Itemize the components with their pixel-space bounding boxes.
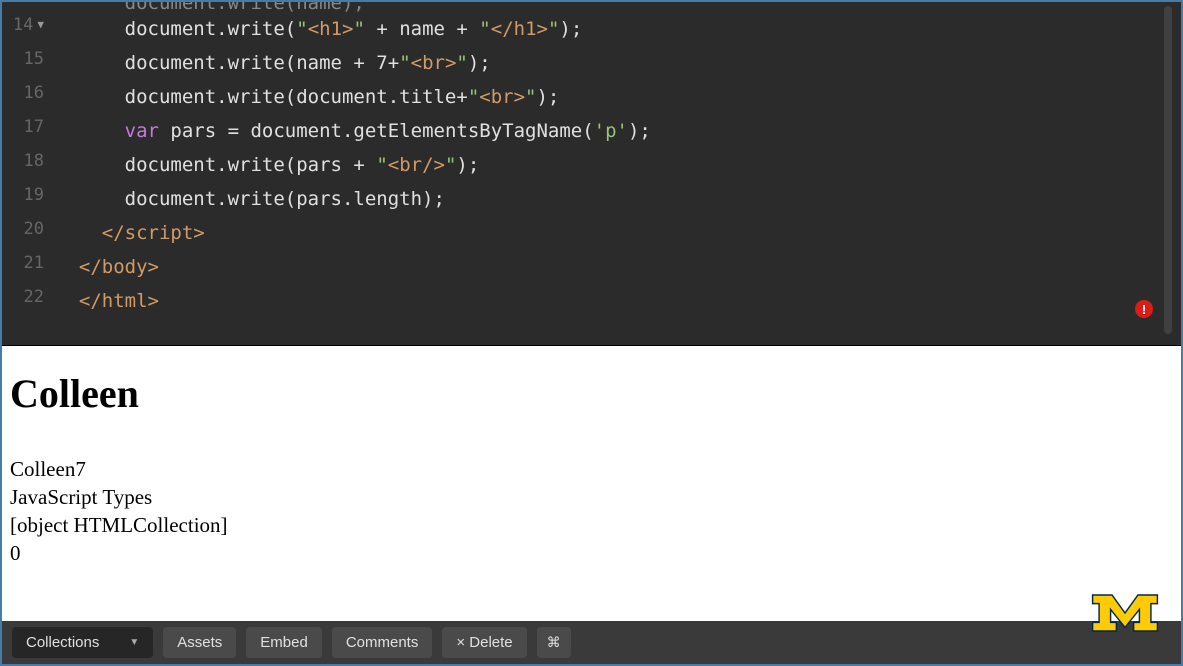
output-line: Colleen7 bbox=[10, 455, 1173, 483]
code-line[interactable]: document.write(pars.length); bbox=[56, 182, 1181, 216]
embed-button[interactable]: Embed bbox=[246, 627, 322, 658]
line-number: 19 bbox=[2, 178, 44, 212]
code-line[interactable]: </html> bbox=[56, 284, 1181, 318]
comments-button[interactable]: Comments bbox=[332, 627, 433, 658]
line-number: 16 bbox=[2, 76, 44, 110]
michigan-logo bbox=[1089, 587, 1161, 644]
output-line: [object HTMLCollection] bbox=[10, 511, 1173, 539]
fold-icon[interactable]: ▼ bbox=[37, 8, 44, 42]
output-line: JavaScript Types bbox=[10, 483, 1173, 511]
output-heading: Colleen bbox=[10, 370, 1173, 417]
line-number: 21 bbox=[2, 246, 44, 280]
line-number: 18 bbox=[2, 144, 44, 178]
scrollbar[interactable] bbox=[1164, 6, 1172, 334]
assets-button[interactable]: Assets bbox=[163, 627, 236, 658]
code-area[interactable]: document.write(name); document.write("<h… bbox=[54, 2, 1181, 345]
line-number: 17 bbox=[2, 110, 44, 144]
line-gutter: 14▼1516171819202122 bbox=[2, 2, 54, 345]
output-lines: Colleen7JavaScript Types[object HTMLColl… bbox=[10, 455, 1173, 567]
chevron-down-icon: ▼ bbox=[129, 637, 139, 648]
bottom-toolbar: Collections ▼ Assets Embed Comments × De… bbox=[2, 621, 1181, 664]
line-number: 14▼ bbox=[2, 8, 44, 42]
collections-label: Collections bbox=[26, 634, 99, 651]
line-number: 22 bbox=[2, 280, 44, 314]
code-line[interactable]: </script> bbox=[56, 216, 1181, 250]
code-line[interactable]: document.write(pars + "<br/>"); bbox=[56, 148, 1181, 182]
output-line: 0 bbox=[10, 539, 1173, 567]
code-line[interactable]: var pars = document.getElementsByTagName… bbox=[56, 114, 1181, 148]
output-preview: Colleen Colleen7JavaScript Types[object … bbox=[2, 346, 1181, 624]
code-line[interactable]: document.write(name + 7+"<br>"); bbox=[56, 46, 1181, 80]
code-line[interactable]: document.write("<h1>" + name + "</h1>"); bbox=[56, 12, 1181, 46]
error-icon[interactable]: ! bbox=[1135, 300, 1153, 318]
delete-button[interactable]: × Delete bbox=[442, 627, 526, 658]
collections-dropdown[interactable]: Collections ▼ bbox=[12, 627, 153, 658]
code-editor[interactable]: 14▼1516171819202122 document.write(name)… bbox=[2, 2, 1181, 346]
line-number: 20 bbox=[2, 212, 44, 246]
error-glyph: ! bbox=[1142, 302, 1146, 317]
line-number: 15 bbox=[2, 42, 44, 76]
code-line[interactable]: document.write(document.title+"<br>"); bbox=[56, 80, 1181, 114]
code-line[interactable]: </body> bbox=[56, 250, 1181, 284]
shortcuts-button[interactable]: ⌘ bbox=[537, 627, 571, 658]
